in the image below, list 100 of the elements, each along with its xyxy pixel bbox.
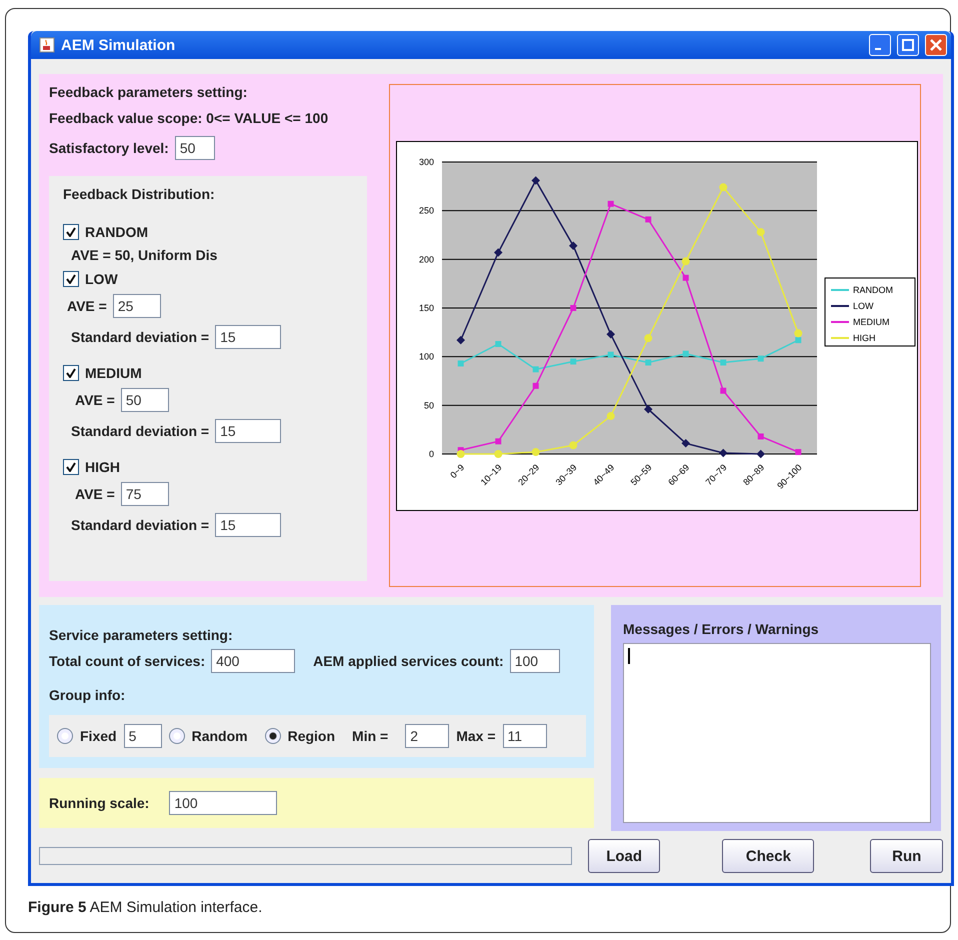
checkbox-label: RANDOM xyxy=(85,224,148,240)
point xyxy=(758,433,764,440)
axis-label: 300 xyxy=(418,157,434,167)
minimize-button[interactable] xyxy=(869,34,891,56)
maximize-icon xyxy=(902,39,914,51)
point xyxy=(795,337,802,344)
radio-button[interactable] xyxy=(57,728,73,744)
action-button[interactable]: Check xyxy=(722,839,814,873)
point xyxy=(532,176,540,185)
input-field[interactable]: 400 xyxy=(211,649,296,673)
field-label: Standard deviation = xyxy=(71,517,210,533)
legend-label: HIGH xyxy=(853,333,876,343)
axis-label: 100 xyxy=(418,352,434,362)
field-label: AVE = xyxy=(67,298,107,314)
point xyxy=(569,241,578,250)
radio-label: Random xyxy=(192,728,248,744)
point xyxy=(606,412,615,420)
point xyxy=(458,360,464,366)
point xyxy=(495,438,502,444)
point xyxy=(794,329,802,338)
close-button[interactable] xyxy=(925,34,947,56)
section-heading: Service parameters setting: xyxy=(49,627,234,643)
point xyxy=(682,350,689,357)
window-title: AEM Simulation xyxy=(61,36,176,54)
point xyxy=(644,404,652,414)
point xyxy=(570,305,576,311)
legend-label: LOW xyxy=(853,301,874,311)
point xyxy=(456,336,465,344)
scope-text: Feedback value scope: 0<= VALUE <= 100 xyxy=(49,110,330,126)
field-label: Standard deviation = xyxy=(71,329,210,345)
input-field[interactable]: 25 xyxy=(112,294,161,318)
point xyxy=(456,450,465,458)
point xyxy=(569,441,578,450)
panel-title: Messages / Errors / Warnings xyxy=(623,621,820,637)
point xyxy=(495,341,502,348)
point xyxy=(606,330,615,339)
figure-caption: Figure 5 AEM Simulation interface. xyxy=(28,899,264,916)
point xyxy=(608,352,614,358)
axis-label: 0 xyxy=(428,449,434,459)
field-label: Running scale: xyxy=(49,795,150,811)
point xyxy=(719,448,728,458)
field-label: Group info: xyxy=(49,687,126,703)
input-field[interactable]: 15 xyxy=(215,419,282,443)
close-icon xyxy=(930,39,942,51)
section-heading: Feedback Distribution: xyxy=(63,186,216,202)
maximize-button[interactable] xyxy=(897,34,919,56)
radio-button[interactable] xyxy=(168,728,185,744)
legend-label: RANDOM xyxy=(853,285,893,295)
coffee-cup-icon xyxy=(39,37,55,53)
point xyxy=(532,448,540,456)
legend-label: MEDIUM xyxy=(853,317,890,327)
field-label: Max = xyxy=(456,728,496,744)
point xyxy=(532,382,539,389)
point xyxy=(645,216,652,222)
checkbox-label: LOW xyxy=(85,271,118,287)
axis-label: 200 xyxy=(418,254,434,264)
action-button[interactable]: Load xyxy=(588,839,660,873)
field-label: AVE = xyxy=(75,392,115,408)
checkbox-label: HIGH xyxy=(85,459,120,475)
field-label: Total count of services: xyxy=(49,653,206,669)
axis-label: 250 xyxy=(418,206,434,216)
checkbox-label: MEDIUM xyxy=(85,365,142,381)
point xyxy=(795,449,802,456)
point xyxy=(645,360,652,366)
point xyxy=(719,183,728,192)
input-field[interactable]: 2 xyxy=(405,724,450,748)
checkbox[interactable] xyxy=(63,365,79,381)
checkbox[interactable] xyxy=(63,224,79,240)
point xyxy=(644,334,652,342)
section-heading: Feedback parameters setting: xyxy=(49,84,248,100)
field-label: AVE = xyxy=(75,486,115,502)
input-field[interactable]: 100 xyxy=(510,649,560,673)
axis-label: 50 xyxy=(424,400,434,410)
field-label: Satisfactory level: xyxy=(49,140,169,156)
axis-label: 0~9 xyxy=(448,462,466,480)
field-label: Standard deviation = xyxy=(71,423,210,439)
radio-button[interactable] xyxy=(264,728,281,744)
action-button[interactable]: Run xyxy=(870,839,943,873)
point xyxy=(608,200,614,207)
point xyxy=(720,360,726,366)
point xyxy=(756,450,765,458)
checkbox[interactable] xyxy=(63,271,79,287)
field-label: AEM applied services count: xyxy=(313,653,504,669)
point xyxy=(570,358,576,365)
radio-label: Region xyxy=(288,728,336,744)
input-field[interactable]: 50 xyxy=(120,388,169,412)
point xyxy=(756,228,765,236)
input-field[interactable]: 5 xyxy=(124,724,162,748)
input-field[interactable]: 15 xyxy=(215,325,282,349)
satisfactory-level-field[interactable]: 50 xyxy=(174,136,215,160)
input-field[interactable]: 11 xyxy=(502,724,547,748)
point xyxy=(532,366,539,372)
input-field[interactable]: 15 xyxy=(215,513,282,537)
input-field[interactable]: 100 xyxy=(169,791,278,815)
checkbox[interactable] xyxy=(63,459,79,475)
input-field[interactable]: 75 xyxy=(120,482,169,506)
point xyxy=(494,450,502,458)
note-text: AVE = 50, Uniform Dis xyxy=(71,247,218,263)
point xyxy=(682,439,690,448)
point xyxy=(758,356,764,362)
